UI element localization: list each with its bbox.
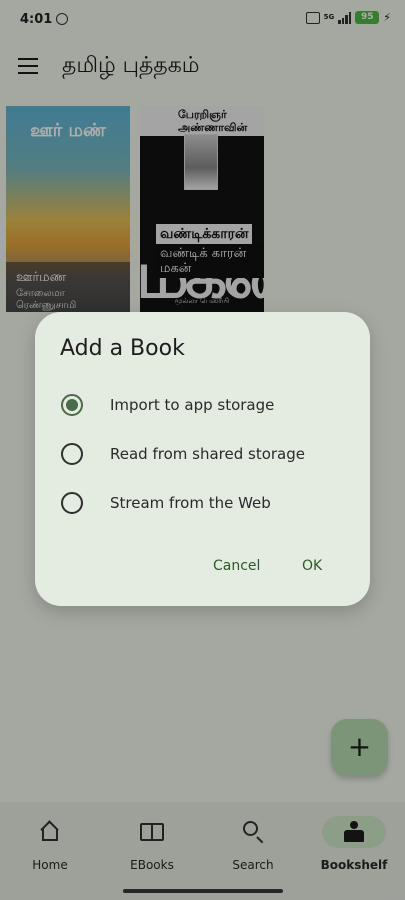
option-read-from-shared-storage[interactable]: Read from shared storage [59,436,349,472]
radio-button[interactable] [61,492,83,514]
dialog-title: Add a Book [60,336,185,361]
ok-button[interactable]: OK [302,558,322,574]
cancel-button[interactable]: Cancel [213,558,260,574]
option-label: Stream from the Web [110,494,271,512]
option-import-to-app-storage[interactable]: Import to app storage [59,387,349,423]
add-book-dialog: Add a Book Import to app storage Read fr… [35,312,370,606]
radio-button-selected[interactable] [61,394,83,416]
option-label: Read from shared storage [110,445,305,463]
option-label: Import to app storage [110,396,275,414]
option-stream-from-web[interactable]: Stream from the Web [59,485,349,521]
radio-button[interactable] [61,443,83,465]
